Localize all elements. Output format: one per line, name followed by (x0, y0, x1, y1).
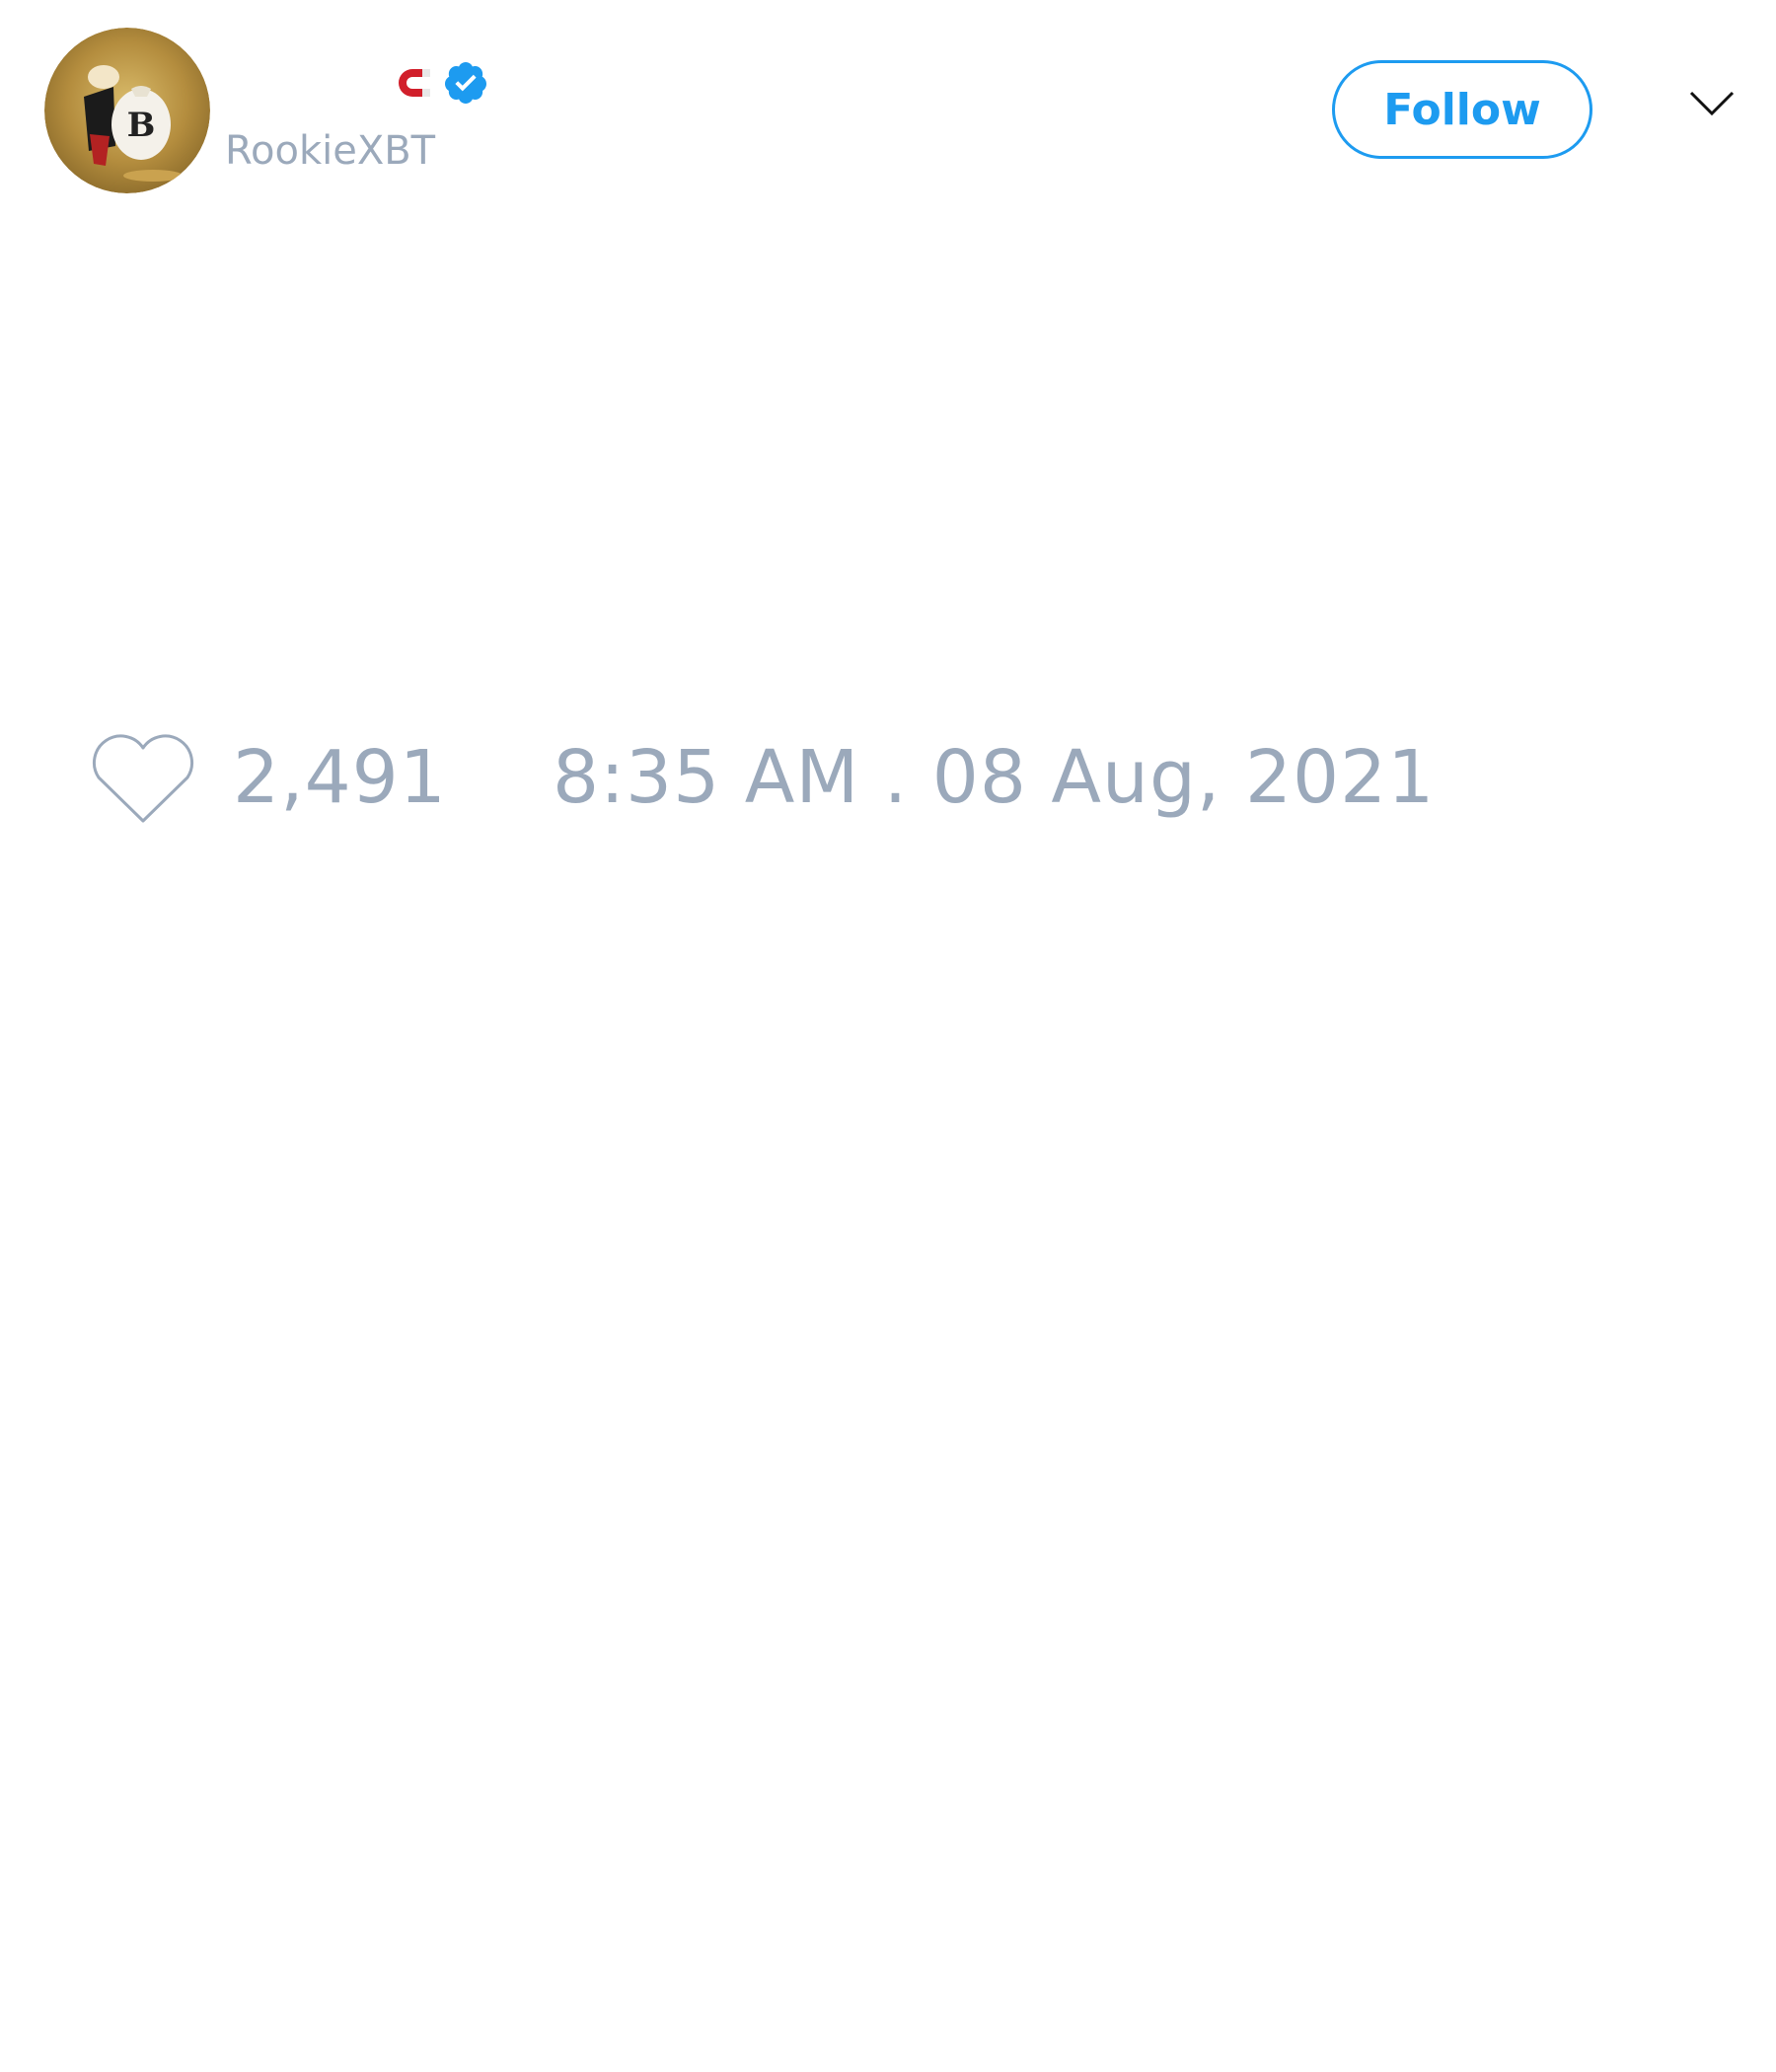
like-count: 2,491 (233, 735, 447, 820)
chevron-down-icon[interactable] (1689, 91, 1735, 116)
author-handle[interactable]: RookieXBT (225, 126, 435, 176)
tweet-timestamp[interactable]: 8:35 AM . 08 Aug, 2021 (553, 728, 1435, 827)
follow-button[interactable]: Follow (1332, 60, 1592, 159)
tweet-stats: 2,491 8:35 AM . 08 Aug, 2021 (89, 728, 1434, 827)
avatar[interactable]: B (44, 28, 210, 193)
display-name-row (395, 55, 489, 111)
magnet-icon (395, 63, 434, 103)
verified-badge-icon (442, 59, 489, 107)
svg-text:B: B (127, 106, 156, 145)
heart-icon[interactable] (89, 728, 197, 827)
